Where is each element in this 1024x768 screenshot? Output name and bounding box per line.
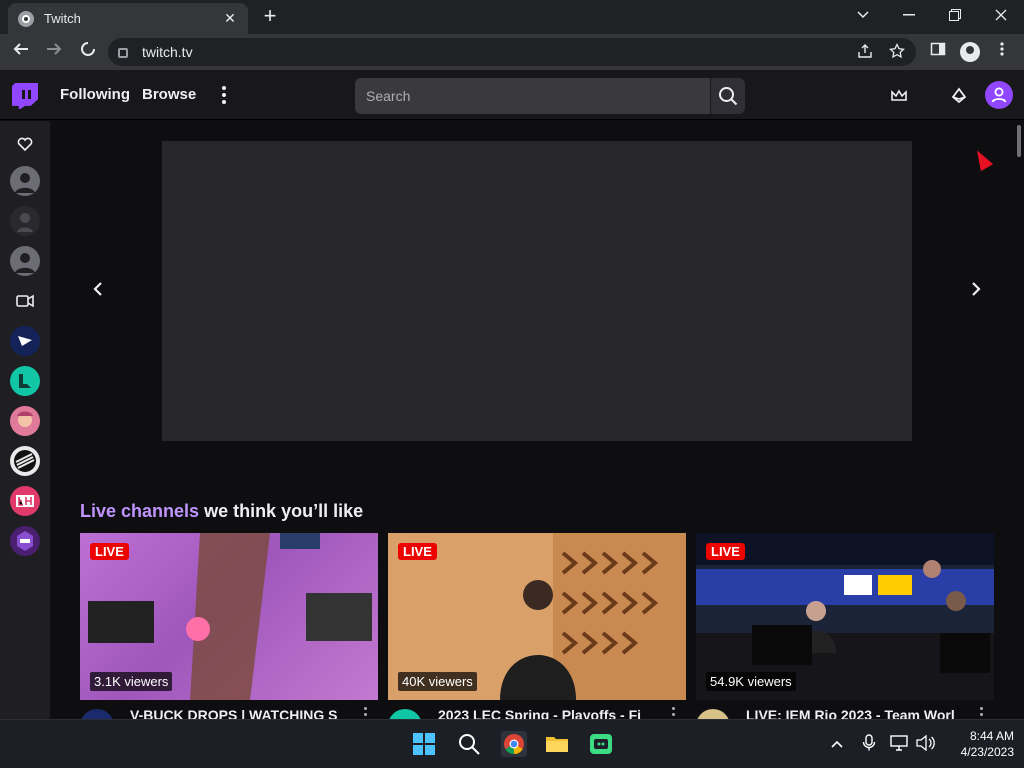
browser-menu-icon[interactable] (990, 41, 1014, 63)
main-content: Live channels we think you’ll like LIVE … (50, 121, 1014, 719)
loading-spinner-icon[interactable] (76, 41, 100, 63)
back-arrow-icon[interactable] (9, 41, 33, 63)
tab-title: Twitch (44, 11, 81, 26)
network-icon[interactable] (890, 735, 908, 754)
bits-diamond-icon[interactable] (950, 87, 968, 105)
prime-crown-icon[interactable] (890, 87, 908, 105)
lock-icon (118, 48, 128, 58)
nav-browse[interactable]: Browse (142, 86, 196, 103)
heart-icon[interactable] (10, 128, 40, 158)
forward-arrow-icon[interactable] (42, 41, 66, 63)
stream-card[interactable]: LIVE 54.9K viewers (696, 533, 994, 700)
stream-title[interactable]: LIVE: IEM Rio 2023 - Team Worl (746, 707, 956, 719)
viewer-count: 54.9K viewers (706, 672, 796, 691)
window-close-button[interactable] (978, 0, 1024, 30)
stream-title[interactable]: 2023 LEC Spring - Playoffs - Fi (438, 707, 648, 719)
browser-toolbar: twitch.tv (0, 34, 1024, 70)
system-clock[interactable]: 8:44 AM 4/23/2023 (944, 728, 1014, 760)
sidebar-channel-avatar[interactable] (10, 446, 40, 476)
page-scrollbar[interactable] (1014, 121, 1024, 719)
twitch-top-nav: Following Browse Search (0, 70, 1024, 120)
channel-avatar[interactable] (696, 709, 730, 719)
sidebar-channel-avatar[interactable] (10, 326, 40, 356)
more-options-icon[interactable] (980, 707, 984, 719)
live-badge: LIVE (398, 543, 437, 560)
file-explorer-icon[interactable] (545, 732, 569, 756)
sidebar-channel-avatar[interactable] (10, 486, 40, 516)
user-avatar-button[interactable] (985, 81, 1013, 109)
side-panel-icon[interactable] (926, 41, 950, 63)
carousel-next-arrow-icon[interactable] (966, 281, 986, 302)
camera-icon[interactable] (10, 286, 40, 316)
scroll-thumb[interactable] (1017, 125, 1021, 157)
stream-card[interactable]: LIVE 3.1K viewers (80, 533, 378, 700)
new-tab-button[interactable]: + (258, 5, 282, 29)
share-icon[interactable] (856, 43, 874, 62)
channel-avatar[interactable] (388, 709, 422, 719)
channel-avatar[interactable] (80, 709, 114, 719)
user-icon (991, 87, 1007, 103)
search-button[interactable] (711, 78, 745, 114)
stream-card-meta: V-BUCK DROPS | WATCHING S (80, 707, 378, 719)
viewer-count: 3.1K viewers (90, 672, 173, 691)
bookmark-star-icon[interactable] (888, 42, 906, 62)
search-placeholder: Search (366, 88, 411, 104)
browser-profile-icon[interactable] (960, 42, 980, 62)
stream-title[interactable]: V-BUCK DROPS | WATCHING S (130, 707, 340, 719)
sidebar-channel-avatar[interactable] (10, 406, 40, 436)
browser-tab-twitch[interactable]: Twitch ✕ (8, 3, 248, 34)
search-icon[interactable] (457, 732, 481, 756)
sidebar-channel-avatar[interactable] (10, 246, 40, 276)
twitch-favicon-icon (18, 10, 34, 27)
sidebar-channel-avatar[interactable] (10, 526, 40, 556)
carousel-prev-arrow-icon[interactable] (88, 281, 108, 302)
volume-icon[interactable] (915, 734, 935, 754)
live-badge: LIVE (90, 543, 129, 560)
stream-card-meta: 2023 LEC Spring - Playoffs - Fi (388, 707, 686, 719)
live-badge: LIVE (706, 543, 745, 560)
app-taskbar-icon[interactable] (589, 732, 613, 756)
search-input[interactable]: Search (355, 78, 710, 114)
heading-highlight: Live channels (80, 501, 200, 521)
more-options-icon[interactable] (364, 707, 368, 719)
tray-chevron-icon[interactable] (830, 736, 844, 752)
mouse-cursor-icon (970, 146, 994, 172)
address-bar[interactable]: twitch.tv (108, 38, 916, 66)
sidebar-channel-avatar[interactable] (10, 166, 40, 196)
more-options-icon[interactable] (222, 86, 226, 107)
stream-card-meta: LIVE: IEM Rio 2023 - Team Worl (696, 707, 994, 719)
chrome-taskbar-icon[interactable] (501, 731, 527, 757)
minimize-button[interactable] (886, 0, 932, 30)
restore-button[interactable] (932, 0, 978, 30)
clock-time: 8:44 AM (969, 729, 1014, 743)
sidebar-channel-avatar[interactable] (10, 366, 40, 396)
browser-tab-strip: Twitch ✕ + (0, 0, 1024, 34)
heading-rest: we think you’ll like (199, 501, 364, 521)
windows-start-icon[interactable] (412, 732, 436, 756)
more-options-icon[interactable] (672, 707, 676, 719)
viewer-count: 40K viewers (398, 672, 477, 691)
windows-taskbar: 8:44 AM 4/23/2023 (0, 719, 1024, 768)
twitch-logo-icon[interactable] (12, 83, 38, 109)
microphone-icon[interactable] (862, 734, 876, 755)
url-text: twitch.tv (142, 44, 193, 60)
stream-card[interactable]: LIVE 40K viewers (388, 533, 686, 700)
tab-search-chevron-icon[interactable] (840, 0, 886, 30)
search-icon (719, 87, 738, 106)
featured-stream-carousel[interactable] (162, 141, 912, 441)
live-channels-heading: Live channels we think you’ll like (80, 501, 363, 522)
nav-following[interactable]: Following (60, 86, 130, 103)
tab-close-icon[interactable]: ✕ (222, 10, 238, 27)
clock-date: 4/23/2023 (960, 745, 1014, 759)
followed-channels-sidebar (0, 121, 50, 719)
sidebar-channel-avatar[interactable] (10, 206, 40, 236)
